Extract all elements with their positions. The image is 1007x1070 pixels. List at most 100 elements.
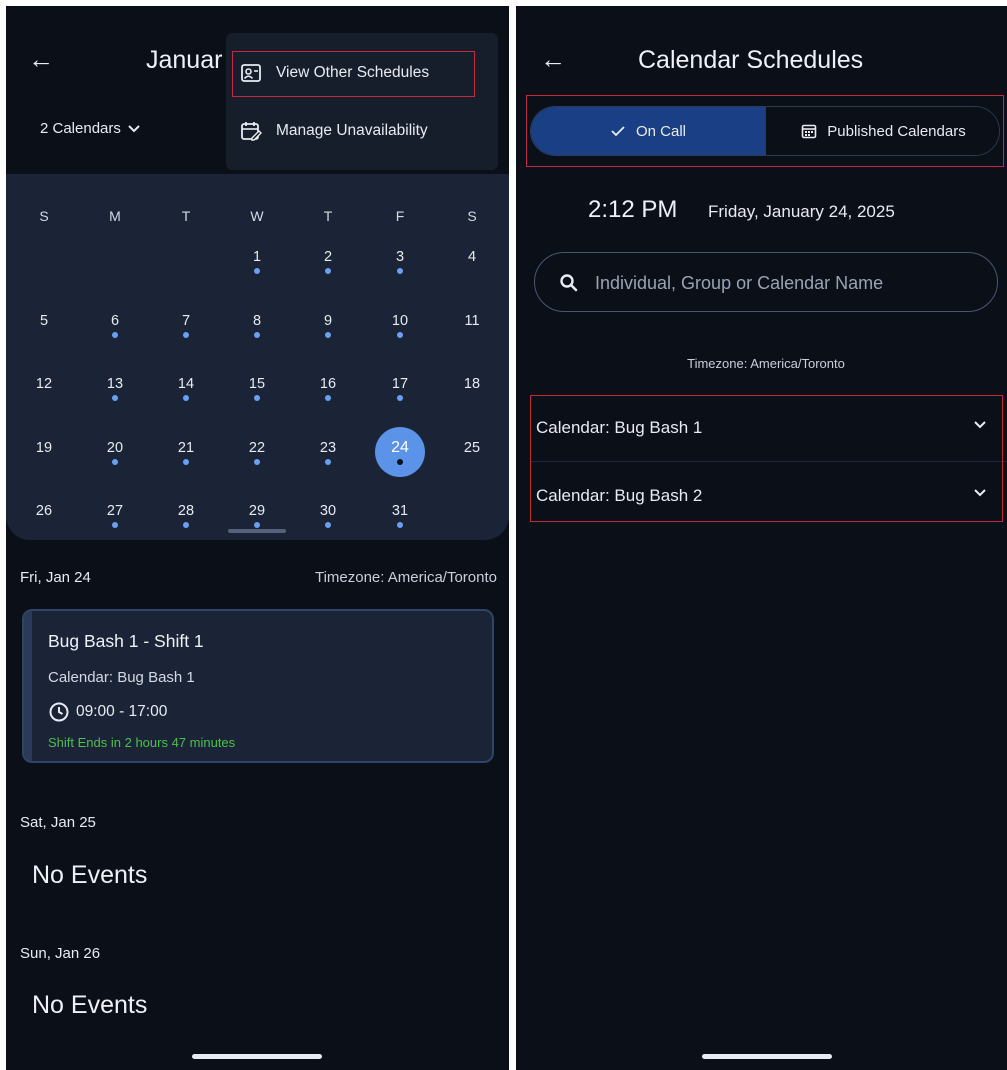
calendar-day-number: 18	[463, 376, 481, 392]
calendar-day-number: 14	[177, 376, 195, 392]
calendar-accordion-bug-bash-2[interactable]: Calendar: Bug Bash 2	[516, 464, 1007, 529]
event-dot	[254, 331, 260, 338]
event-dot	[325, 522, 331, 528]
calendar-day[interactable]: 26	[24, 502, 64, 544]
event-dot	[325, 395, 331, 401]
calendar-day[interactable]: 10	[380, 312, 420, 354]
search-icon	[560, 274, 578, 292]
calendar-icon	[801, 124, 817, 139]
calendar-day-number: 21	[177, 439, 195, 456]
page-title: Calendar Schedules	[638, 46, 864, 74]
chevron-down-icon	[974, 421, 986, 429]
event-dot	[112, 331, 118, 338]
back-arrow-icon[interactable]: ←	[540, 46, 566, 72]
event-dot	[112, 395, 118, 401]
calendar-day[interactable]: 23	[308, 439, 348, 481]
calendar-day-number: 13	[106, 376, 124, 392]
calendar-day-number: 2	[323, 249, 333, 265]
menu-item-label: View Other Schedules	[276, 64, 430, 81]
calendar-day[interactable]: 13	[95, 375, 135, 417]
calendar-day-number: 15	[248, 376, 266, 392]
calendar-day-number: 16	[319, 376, 337, 392]
search-box	[534, 252, 998, 312]
calendar-day-number: 27	[106, 503, 124, 519]
weekday-header: W	[250, 208, 264, 224]
person-card-icon	[241, 64, 261, 82]
calendar-day[interactable]: 31	[380, 502, 420, 544]
calendars-dropdown[interactable]: 2 Calendars	[40, 120, 141, 137]
calendar-day[interactable]: 18	[452, 375, 492, 417]
calendar-day[interactable]: 29	[237, 502, 277, 544]
calendar-day[interactable]: 28	[166, 502, 206, 544]
home-indicator[interactable]	[702, 1054, 832, 1059]
tab-on-call[interactable]: On Call	[531, 107, 765, 155]
menu-item-manage-unavailability[interactable]: Manage Unavailability	[226, 104, 498, 158]
event-color-bar	[24, 611, 32, 761]
calendar-day-number: 17	[391, 376, 409, 392]
calendar-day-number: 8	[252, 312, 262, 329]
calendar-day-number: 28	[177, 503, 195, 519]
calendar-day-number: 22	[248, 439, 266, 456]
calendar-day-today[interactable]: 24	[375, 426, 425, 481]
calendar-day[interactable]: 4	[452, 248, 492, 290]
event-dot	[112, 522, 118, 528]
timezone-label: Timezone: America/Toronto	[687, 356, 845, 371]
accordion-label: Calendar: Bug Bash 2	[536, 486, 703, 505]
event-time: 09:00 - 17:00	[48, 701, 167, 723]
schedule-type-toggle: On Call Published Calendars	[530, 106, 1000, 156]
timezone-label: Timezone: America/Toronto	[314, 569, 497, 586]
event-time-text: 09:00 - 17:00	[76, 703, 168, 720]
calendar-day[interactable]: 15	[237, 375, 277, 417]
weekday-header: S	[467, 208, 477, 224]
calendar-day[interactable]: 9	[308, 312, 348, 354]
home-indicator[interactable]	[192, 1054, 322, 1059]
calendar-day[interactable]: 20	[95, 439, 135, 481]
tab-label: On Call	[635, 122, 687, 140]
calendar-day-number: 7	[181, 312, 191, 329]
chevron-down-icon	[974, 489, 986, 497]
calendar-day[interactable]: 2	[308, 248, 348, 290]
event-dot	[397, 395, 403, 401]
calendar-accordion-bug-bash-1[interactable]: Calendar: Bug Bash 1	[516, 396, 1007, 461]
calendar-day[interactable]: 27	[95, 502, 135, 544]
event-dot	[254, 268, 260, 274]
calendar-day-number: 19	[35, 439, 53, 456]
calendar-day[interactable]: 14	[166, 375, 206, 417]
calendar-day[interactable]: 12	[24, 375, 64, 417]
calendar-day[interactable]: 22	[237, 439, 277, 481]
calendar-day[interactable]: 6	[95, 312, 135, 354]
calendar-day-number: 10	[391, 312, 409, 329]
drag-handle[interactable]	[228, 529, 286, 533]
check-icon	[611, 126, 625, 137]
calendar-day-number: 23	[319, 439, 337, 456]
calendar-day-number: 6	[110, 312, 120, 329]
calendar-day[interactable]: 16	[308, 375, 348, 417]
calendar-day[interactable]: 5	[24, 312, 64, 354]
calendar-day[interactable]: 17	[380, 375, 420, 417]
agenda-date-heading: Fri, Jan 24	[20, 569, 91, 586]
back-arrow-icon[interactable]: ←	[28, 46, 54, 72]
event-card[interactable]: Bug Bash 1 - Shift 1 Calendar: Bug Bash …	[22, 609, 494, 763]
calendar-day[interactable]: 19	[24, 439, 64, 481]
event-dot	[325, 458, 331, 465]
menu-item-label: Manage Unavailability	[276, 122, 428, 139]
event-dot	[325, 268, 331, 274]
calendar-day[interactable]: 21	[166, 439, 206, 481]
calendar-day[interactable]: 30	[308, 502, 348, 544]
calendar-day[interactable]: 3	[380, 248, 420, 290]
calendar-day[interactable]: 1	[237, 248, 277, 290]
calendar-day[interactable]: 11	[452, 312, 492, 354]
tab-published-calendars[interactable]: Published Calendars	[765, 107, 999, 155]
search-input[interactable]	[593, 265, 987, 301]
calendar-day-number: 4	[467, 249, 477, 265]
calendar-day-number: 26	[35, 503, 53, 519]
calendar-day[interactable]: 8	[237, 312, 277, 354]
calendar-day[interactable]: 25	[452, 439, 492, 481]
menu-item-view-other-schedules[interactable]: View Other Schedules	[226, 46, 498, 100]
calendar-edit-icon	[241, 122, 262, 141]
calendar-day[interactable]: 7	[166, 312, 206, 354]
clock-icon	[49, 702, 69, 722]
calendar-day-number: 9	[323, 312, 333, 329]
event-dot	[254, 395, 260, 401]
right-phone-screen: ← Calendar Schedules On Call Published C…	[516, 6, 1007, 1070]
